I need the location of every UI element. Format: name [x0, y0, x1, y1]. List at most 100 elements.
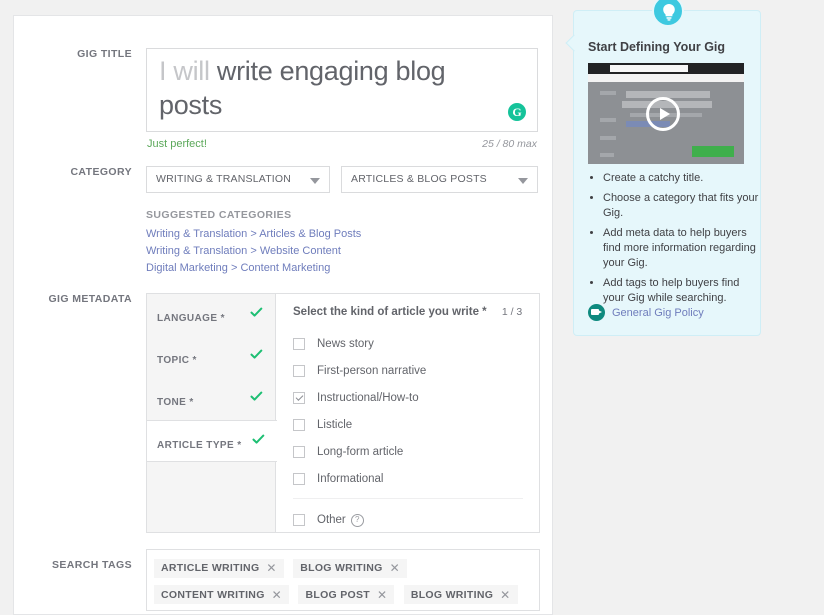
checkbox-icon[interactable] [293, 472, 305, 485]
metadata-tab-language[interactable]: LANGUAGE * [147, 294, 275, 336]
remove-tag-icon[interactable]: ✕ [377, 589, 387, 601]
play-button-icon[interactable] [646, 97, 680, 131]
gig-title-prefix: I will [159, 56, 217, 86]
option-listicle[interactable]: Listicle [293, 411, 523, 438]
category-label: CATEGORY [70, 166, 132, 178]
category-secondary-select[interactable]: ARTICLES & BLOG POSTS [341, 166, 538, 193]
general-gig-policy-label: General Gig Policy [612, 306, 704, 319]
metadata-selection-counter: 1 / 3 [501, 306, 523, 318]
tip-panel: Start Defining Your Gig Create a catchy … [565, 0, 763, 336]
category-primary-value: WRITING & TRANSLATION [156, 173, 292, 185]
remove-tag-icon[interactable]: ✕ [500, 589, 510, 601]
tag-chip: BLOG WRITING ✕ [293, 558, 407, 578]
gig-title-label: GIG TITLE [77, 48, 132, 60]
tag-label: BLOG POST [305, 588, 371, 601]
option-label: First-person narrative [317, 364, 427, 377]
checkbox-icon[interactable] [293, 418, 305, 431]
suggested-categories-title: SUGGESTED CATEGORIES [146, 209, 292, 221]
check-icon [250, 306, 263, 319]
gig-metadata-label: GIG METADATA [48, 293, 132, 305]
tip-bullet: Add meta data to help buyers find more i… [603, 226, 763, 271]
metadata-tab-topic[interactable]: TOPIC * [147, 336, 275, 378]
remove-tag-icon[interactable]: ✕ [266, 562, 276, 574]
metadata-tab-list: LANGUAGE * TOPIC * TONE * ARTICLE TYPE * [147, 294, 277, 532]
metadata-option-panel: Select the kind of article you write * 1… [277, 294, 539, 532]
tip-bullet-list: Create a catchy title. Choose a category… [588, 171, 763, 311]
tag-chip: BLOG POST ✕ [298, 585, 395, 604]
tag-label: BLOG WRITING [300, 562, 383, 574]
video-mock-line [600, 153, 614, 157]
chevron-down-icon [518, 178, 528, 184]
metadata-panel-heading: Select the kind of article you write * 1… [293, 306, 523, 318]
tag-chip: BLOG WRITING ✕ [403, 585, 518, 604]
tip-panel-pointer [565, 34, 583, 52]
grammarly-icon[interactable]: G [508, 103, 526, 121]
category-primary-select[interactable]: WRITING & TRANSLATION [146, 166, 330, 193]
checkbox-checked-icon[interactable] [293, 391, 305, 404]
remove-tag-icon[interactable]: ✕ [272, 589, 282, 601]
video-mock-topbar [588, 63, 744, 74]
suggested-category-link[interactable]: Writing & Translation > Website Content [146, 245, 361, 257]
check-icon [252, 433, 265, 446]
check-icon [250, 390, 263, 403]
checkbox-icon[interactable] [293, 445, 305, 458]
chevron-down-icon [310, 178, 320, 184]
tip-panel-title: Start Defining Your Gig [588, 40, 726, 54]
search-tags-label: SEARCH TAGS [51, 559, 132, 571]
option-label: Instructional/How-to [317, 391, 419, 404]
video-mock-button [692, 146, 734, 157]
video-mock-subbar [588, 74, 744, 82]
video-mock-line [600, 118, 616, 122]
tag-label: BLOG WRITING [410, 588, 494, 601]
gig-title-helper: Just perfect! 25 / 80 max [146, 138, 538, 152]
tag-label: ARTICLE WRITING [161, 562, 260, 574]
tag-chip: ARTICLE WRITING ✕ [154, 558, 284, 578]
video-icon [588, 304, 605, 321]
option-label: Long-form article [317, 445, 404, 458]
gig-title-input[interactable]: I will write engaging blog posts G [146, 48, 538, 132]
gig-form-card: GIG TITLE I will write engaging blog pos… [13, 15, 553, 615]
option-label: Informational [317, 472, 384, 485]
video-mock-line [600, 91, 616, 95]
metadata-tab-label: TONE * [157, 397, 194, 408]
gig-title-validation: Just perfect! [147, 138, 207, 150]
metadata-tab-label: ARTICLE TYPE * [157, 440, 242, 451]
option-label: News story [317, 337, 374, 350]
option-first-person-narrative[interactable]: First-person narrative [293, 357, 523, 384]
checkbox-icon[interactable] [293, 364, 305, 377]
suggested-category-link[interactable]: Writing & Translation > Articles & Blog … [146, 228, 361, 240]
option-news-story[interactable]: News story [293, 330, 523, 357]
video-mock-searchbar [610, 65, 688, 72]
tag-label: CONTENT WRITING [161, 588, 265, 601]
tag-chip: CONTENT WRITING ✕ [154, 585, 290, 604]
gig-title-text: I will write engaging blog posts [159, 54, 497, 122]
check-icon [250, 348, 263, 361]
suggested-category-link[interactable]: Digital Marketing > Content Marketing [146, 262, 361, 274]
tip-bullet: Add tags to help buyers find your Gig wh… [603, 276, 763, 306]
option-other[interactable]: Other ? [293, 498, 523, 534]
metadata-tab-article-type[interactable]: ARTICLE TYPE * [147, 420, 277, 462]
general-gig-policy-link[interactable]: General Gig Policy [588, 304, 704, 321]
metadata-tab-tone[interactable]: TONE * [147, 378, 275, 420]
tip-bullet: Choose a category that fits your Gig. [603, 191, 763, 221]
checkbox-icon[interactable] [293, 514, 305, 526]
metadata-tab-label: TOPIC * [157, 355, 197, 366]
option-informational[interactable]: Informational [293, 465, 523, 492]
tip-video-thumbnail[interactable] [588, 63, 744, 164]
option-instructional-how-to[interactable]: Instructional/How-to [293, 384, 523, 411]
search-tags-box[interactable]: ARTICLE WRITING ✕ BLOG WRITING ✕ CONTENT W… [146, 549, 540, 611]
help-icon[interactable]: ? [350, 513, 364, 527]
option-long-form-article[interactable]: Long-form article [293, 438, 523, 465]
category-secondary-value: ARTICLES & BLOG POSTS [351, 173, 487, 185]
option-label: Listicle [317, 418, 353, 431]
tip-bullet: Create a catchy title. [603, 171, 763, 186]
checkbox-icon[interactable] [293, 337, 305, 350]
metadata-tab-label: LANGUAGE * [157, 313, 225, 324]
option-label: Other [317, 514, 346, 526]
lightbulb-icon [652, 0, 684, 27]
video-mock-line [600, 136, 616, 140]
metadata-panel-heading-text: Select the kind of article you write * [293, 306, 487, 318]
gig-title-counter: 25 / 80 max [482, 138, 537, 150]
gig-metadata-box: LANGUAGE * TOPIC * TONE * ARTICLE TYPE *… [146, 293, 540, 533]
remove-tag-icon[interactable]: ✕ [390, 562, 400, 574]
